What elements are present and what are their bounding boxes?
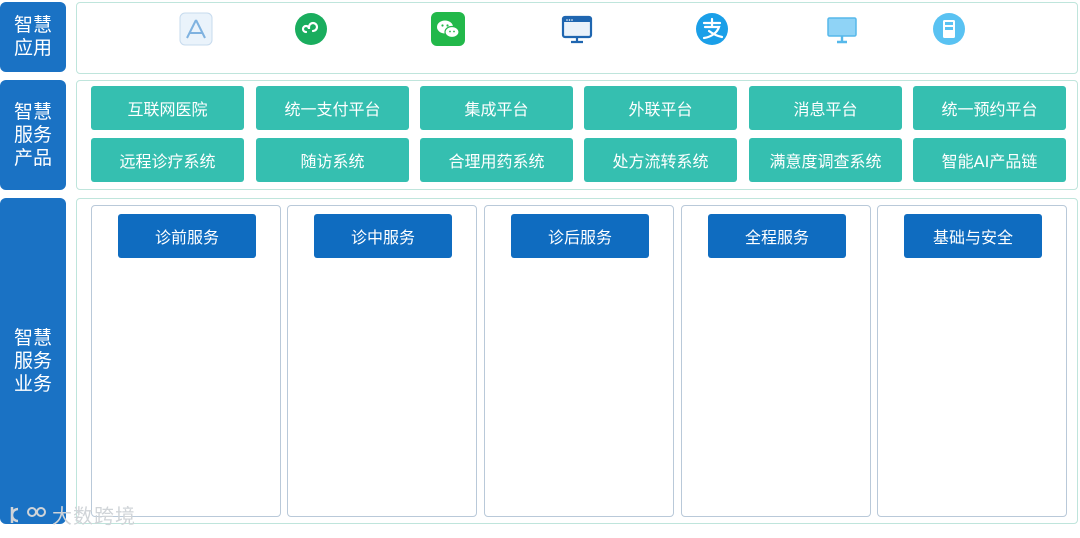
column-header-in-visit[interactable]: 诊中服务 — [314, 214, 452, 258]
product-internet-hospital[interactable]: 互联网医院 — [91, 86, 244, 130]
product-rational-medication-system[interactable]: 合理用药系统 — [420, 138, 573, 182]
business-column-pre-visit: 诊前服务 — [91, 205, 281, 517]
product-satisfaction-survey-system[interactable]: 满意度调查系统 — [749, 138, 902, 182]
product-messaging-platform[interactable]: 消息平台 — [749, 86, 902, 130]
product-remote-diagnosis-system[interactable]: 远程诊疗系统 — [91, 138, 244, 182]
column-header-pre-visit[interactable]: 诊前服务 — [118, 214, 256, 258]
business-column-foundation-security: 基础与安全 — [877, 205, 1067, 517]
section-label-business: 智慧 服务 业务 — [0, 198, 66, 524]
app-store-icon[interactable] — [179, 12, 213, 46]
mini-program-icon[interactable] — [294, 12, 328, 46]
product-unified-booking-platform[interactable]: 统一预约平台 — [913, 86, 1066, 130]
product-unified-payment-platform[interactable]: 统一支付平台 — [256, 86, 409, 130]
column-header-full-process[interactable]: 全程服务 — [708, 214, 846, 258]
alipay-icon[interactable] — [695, 12, 729, 46]
desktop-monitor-icon[interactable] — [825, 12, 859, 46]
product-ai-product-chain[interactable]: 智能AI产品链 — [913, 138, 1066, 182]
watermark-logo-icon — [10, 506, 46, 523]
watermark-text: 大数跨境 — [52, 504, 136, 528]
section-label-products: 智慧 服务 产品 — [0, 80, 66, 190]
web-browser-icon[interactable] — [560, 12, 594, 46]
wechat-icon[interactable] — [431, 12, 465, 46]
section-label-apps: 智慧 应用 — [0, 2, 66, 72]
business-column-post-visit: 诊后服务 — [484, 205, 674, 517]
watermark: 大数跨境 — [8, 500, 136, 529]
column-header-post-visit[interactable]: 诊后服务 — [511, 214, 649, 258]
business-column-full-process: 全程服务 — [681, 205, 871, 517]
product-integration-platform[interactable]: 集成平台 — [420, 86, 573, 130]
product-follow-up-system[interactable]: 随访系统 — [256, 138, 409, 182]
product-external-platform[interactable]: 外联平台 — [584, 86, 737, 130]
column-header-foundation-security[interactable]: 基础与安全 — [904, 214, 1042, 258]
product-prescription-circulation-system[interactable]: 处方流转系统 — [584, 138, 737, 182]
kiosk-terminal-icon[interactable] — [932, 12, 966, 46]
apps-panel — [76, 2, 1078, 74]
business-column-in-visit: 诊中服务 — [287, 205, 477, 517]
